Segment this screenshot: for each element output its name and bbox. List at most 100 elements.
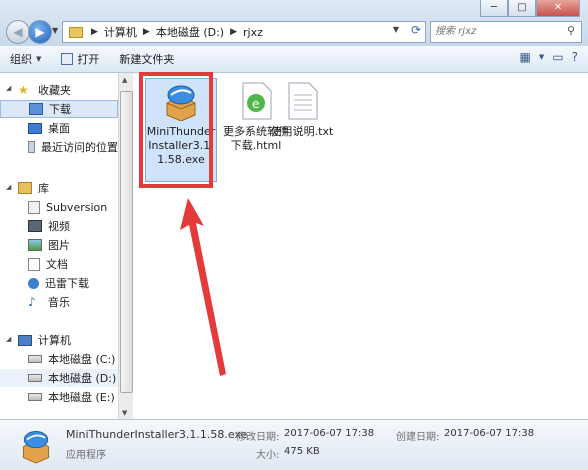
- dropdown-icon: ▼: [36, 55, 42, 63]
- search-input[interactable]: [431, 22, 557, 40]
- title-bar: ─ □ ✕ ◀ ▶ ▼ ▶ 计算机 ▶ 本地磁盘 (D:) ▶ rjxz ▼ ⟳…: [0, 0, 588, 46]
- scroll-up-icon[interactable]: ▲: [122, 76, 127, 84]
- nav-subversion-label: Subversion: [46, 200, 108, 214]
- breadcrumb-drive-d[interactable]: 本地磁盘 (D:): [152, 24, 228, 40]
- maximize-button[interactable]: □: [508, 0, 536, 17]
- preview-pane-icon[interactable]: ▭: [552, 50, 563, 64]
- refresh-icon[interactable]: ⟳: [411, 23, 421, 37]
- downloads-folder-icon: [29, 103, 43, 115]
- nav-documents-label: 文档: [46, 258, 68, 271]
- nav-pictures-label: 图片: [48, 239, 70, 252]
- nav-videos-label: 视频: [48, 220, 70, 233]
- nav-thunder[interactable]: 迅雷下载: [0, 274, 118, 292]
- breadcrumb-computer[interactable]: 计算机: [100, 24, 141, 40]
- nav-downloads[interactable]: 下载: [0, 100, 118, 118]
- history-dropdown-icon[interactable]: ▼: [52, 26, 58, 35]
- help-icon[interactable]: ?: [572, 50, 578, 64]
- nav-videos[interactable]: 视频: [0, 217, 118, 235]
- file-name: 使用说明.txt: [270, 125, 334, 138]
- nav-computer-label: 计算机: [38, 334, 71, 347]
- nav-music-label: 音乐: [48, 296, 70, 309]
- subversion-library-icon: [28, 200, 40, 214]
- search-icon[interactable]: ⚲: [567, 24, 575, 37]
- thunder-download-icon: [28, 277, 39, 289]
- drive-icon: [28, 393, 42, 401]
- view-dropdown-icon[interactable]: ▼: [539, 50, 544, 64]
- videos-icon: [28, 220, 42, 232]
- window-controls: ─ □ ✕: [480, 0, 580, 17]
- close-button[interactable]: ✕: [536, 0, 580, 17]
- navigation-pane: ◢ ★ 收藏夹 下载 桌面 最近访问的位置 ◢ 库 Subversion 视频 …: [0, 73, 118, 419]
- detail-type: 应用程序: [66, 450, 106, 461]
- minimize-button[interactable]: ─: [480, 0, 508, 17]
- installer-icon: [22, 431, 50, 464]
- drive-icon: [28, 355, 42, 363]
- nav-recent[interactable]: 最近访问的位置: [0, 138, 118, 156]
- detail-size-label: 大小:: [256, 450, 280, 461]
- chevron-right-icon[interactable]: ▶: [89, 27, 100, 37]
- search-box[interactable]: ⚲: [430, 21, 582, 43]
- scrollbar-thumb[interactable]: [120, 91, 133, 393]
- view-options-icon[interactable]: ▦: [520, 50, 531, 64]
- forward-button[interactable]: ▶: [28, 20, 52, 44]
- back-arrow-icon: ◀: [13, 25, 23, 39]
- nav-drive-d[interactable]: 本地磁盘 (D:): [0, 369, 118, 387]
- sidebar-scrollbar[interactable]: ▲ ▼: [118, 73, 133, 419]
- detail-filename: MiniThunderInstaller3.1.1.58.exe: [66, 428, 248, 441]
- annotation-arrow-icon: [180, 198, 226, 376]
- drive-icon: [28, 374, 42, 382]
- new-folder-button[interactable]: 新建文件夹: [109, 51, 184, 67]
- open-label: 打开: [77, 53, 100, 66]
- nav-pictures[interactable]: 图片: [0, 236, 118, 254]
- forward-arrow-icon: ▶: [35, 25, 45, 39]
- detail-created: 2017-06-07 17:38: [444, 428, 535, 439]
- open-button[interactable]: 打开: [51, 51, 109, 67]
- nav-drive-d-label: 本地磁盘 (D:): [48, 372, 117, 385]
- organize-label: 组织: [10, 53, 32, 66]
- detail-created-label: 创建日期:: [396, 432, 440, 443]
- nav-drive-c-label: 本地磁盘 (C:): [48, 353, 116, 366]
- nav-favorites-label: 收藏夹: [38, 84, 71, 97]
- chevron-right-icon[interactable]: ▶: [228, 27, 239, 37]
- nav-recent-label: 最近访问的位置: [41, 141, 118, 154]
- command-bar: 组织 ▼ 打开 新建文件夹 ▦ ▼ ▭ ?: [0, 46, 588, 73]
- nav-downloads-label: 下载: [49, 103, 71, 116]
- scroll-down-icon[interactable]: ▼: [122, 409, 127, 417]
- nav-documents[interactable]: 文档: [0, 255, 118, 273]
- new-folder-label: 新建文件夹: [119, 53, 175, 66]
- chevron-right-icon[interactable]: ▶: [141, 27, 152, 37]
- nav-desktop[interactable]: 桌面: [0, 119, 118, 137]
- details-pane: MiniThunderInstaller3.1.1.58.exe 应用程序 修改…: [0, 419, 588, 470]
- nav-computer[interactable]: 计算机: [0, 331, 118, 349]
- open-icon: [61, 53, 74, 65]
- documents-icon: [28, 257, 40, 271]
- libraries-icon: [18, 182, 32, 194]
- nav-thunder-label: 迅雷下载: [45, 277, 89, 290]
- annotation-highlight-box: [139, 72, 213, 188]
- nav-music[interactable]: ♪ 音乐: [0, 293, 118, 311]
- organize-button[interactable]: 组织 ▼: [0, 51, 51, 67]
- nav-drive-e[interactable]: 本地磁盘 (E:): [0, 388, 118, 406]
- pictures-icon: [28, 239, 42, 251]
- svg-text:e: e: [252, 97, 259, 111]
- star-icon: ★: [18, 83, 29, 97]
- address-dropdown-icon[interactable]: ▼: [393, 25, 399, 34]
- breadcrumb-rjxz[interactable]: rjxz: [239, 26, 267, 39]
- file-item-txt[interactable]: 使用说明.txt: [267, 81, 337, 139]
- detail-modified: 2017-06-07 17:38: [284, 428, 375, 439]
- music-icon: ♪: [28, 295, 36, 309]
- recent-places-icon: [28, 141, 35, 153]
- nav-drive-c[interactable]: 本地磁盘 (C:): [0, 350, 118, 368]
- nav-subversion[interactable]: Subversion: [0, 198, 118, 216]
- address-bar[interactable]: ▶ 计算机 ▶ 本地磁盘 (D:) ▶ rjxz ▼ ⟳: [62, 21, 426, 43]
- back-button[interactable]: ◀: [6, 20, 30, 44]
- nav-desktop-label: 桌面: [48, 122, 70, 135]
- nav-libraries[interactable]: 库: [0, 179, 118, 197]
- detail-size: 475 KB: [284, 446, 320, 457]
- desktop-icon: [28, 122, 42, 134]
- nav-libraries-label: 库: [38, 182, 49, 195]
- nav-favorites[interactable]: ★ 收藏夹: [0, 81, 118, 99]
- computer-icon: [18, 334, 32, 346]
- folder-icon: [69, 26, 83, 38]
- nav-drive-e-label: 本地磁盘 (E:): [48, 391, 115, 404]
